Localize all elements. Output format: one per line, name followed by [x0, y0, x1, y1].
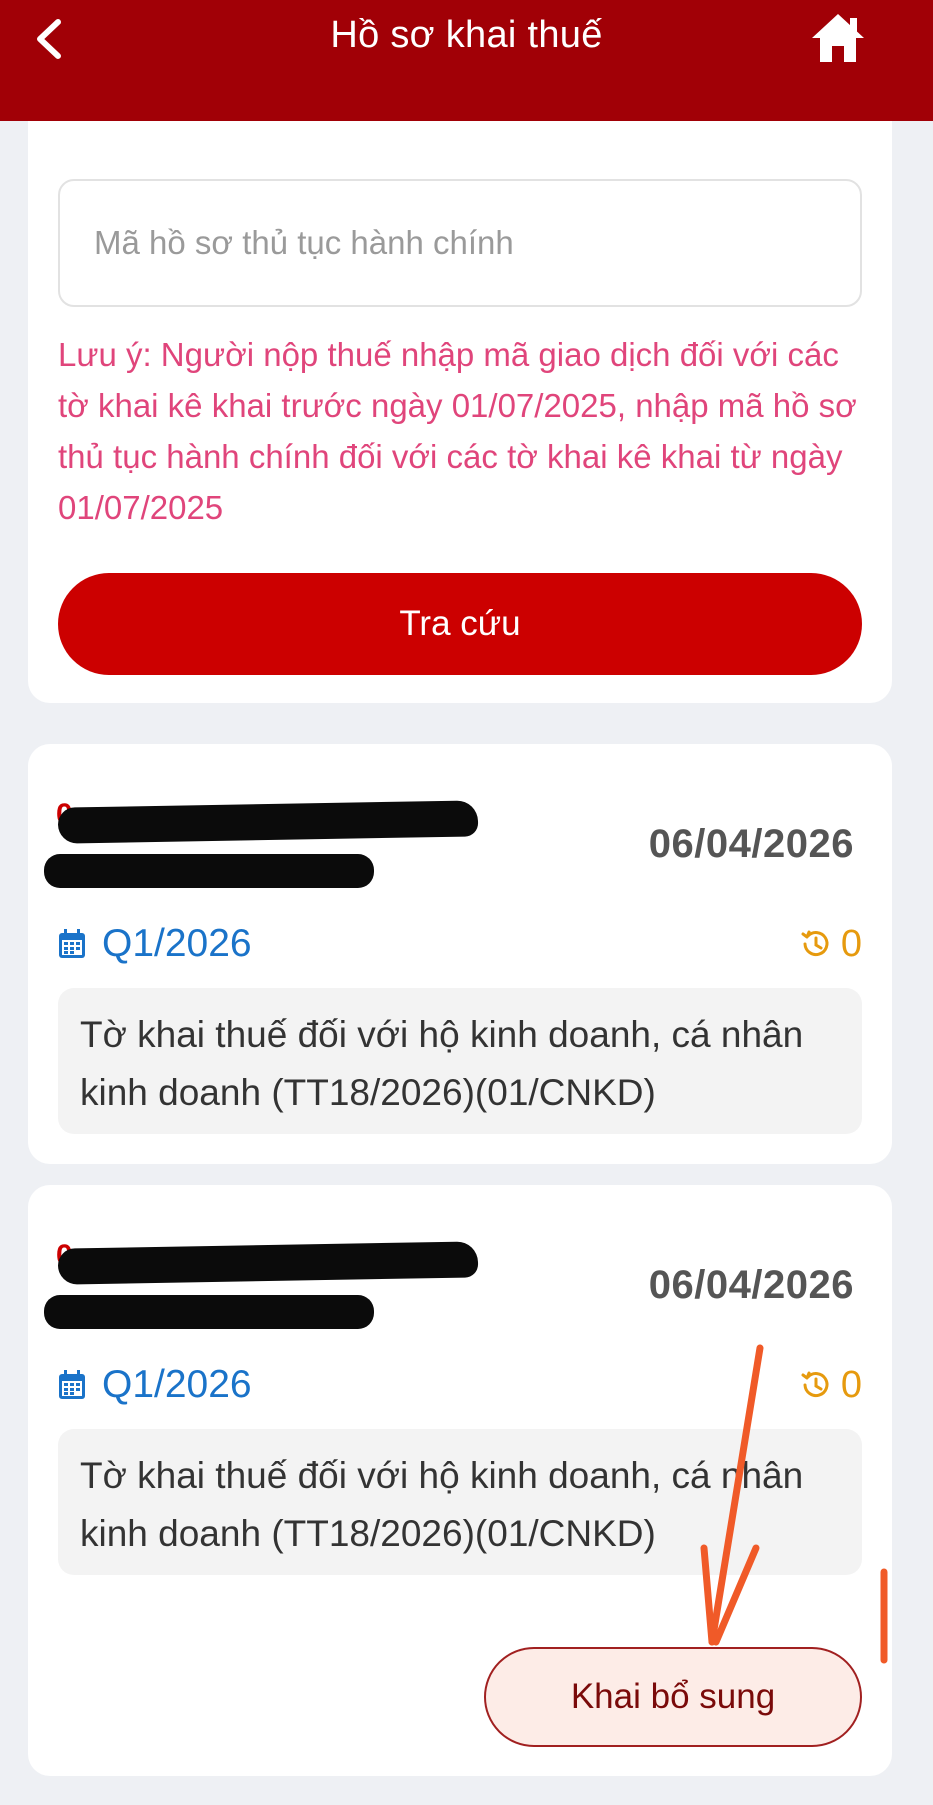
- calendar-icon: [59, 1370, 85, 1399]
- redacted-record-code: 0: [44, 792, 488, 888]
- period-label: Q1/2026: [102, 1363, 252, 1406]
- search-button[interactable]: Tra cứu: [58, 573, 862, 675]
- period-label: Q1/2026: [102, 922, 252, 965]
- record-description: Tờ khai thuế đối với hộ kinh doanh, cá n…: [58, 1429, 862, 1575]
- search-card: Lưu ý: Người nộp thuế nhập mã giao dịch …: [28, 121, 892, 703]
- history-icon: [801, 1371, 829, 1398]
- history-count-value: 0: [840, 1363, 862, 1406]
- record-date: 06/04/2026: [648, 1263, 854, 1307]
- record-date: 06/04/2026: [648, 822, 854, 866]
- home-icon[interactable]: [808, 10, 868, 66]
- record-description: Tờ khai thuế đối với hộ kinh doanh, cá n…: [58, 988, 862, 1134]
- redacted-record-code: 0: [44, 1233, 488, 1329]
- app-header: Hồ sơ khai thuế: [0, 0, 933, 121]
- record-card[interactable]: 0 06/04/2026 Q1/2026 0 Tờ khai thuế đối …: [28, 1185, 892, 1776]
- record-period: Q1/2026: [58, 920, 252, 968]
- page-title: Hồ sơ khai thuế: [330, 14, 603, 56]
- record-card[interactable]: 0 06/04/2026 Q1/2026 0 Tờ khai thuế đối …: [28, 744, 892, 1164]
- history-icon: [801, 930, 829, 957]
- search-input[interactable]: [58, 179, 862, 307]
- record-period: Q1/2026: [58, 1361, 252, 1409]
- calendar-icon: [59, 929, 85, 958]
- history-count: 0: [799, 920, 862, 968]
- history-count: 0: [799, 1361, 862, 1409]
- history-count-value: 0: [840, 922, 862, 965]
- search-note: Lưu ý: Người nộp thuế nhập mã giao dịch …: [58, 336, 857, 526]
- supplementary-declaration-button[interactable]: Khai bổ sung: [484, 1647, 862, 1747]
